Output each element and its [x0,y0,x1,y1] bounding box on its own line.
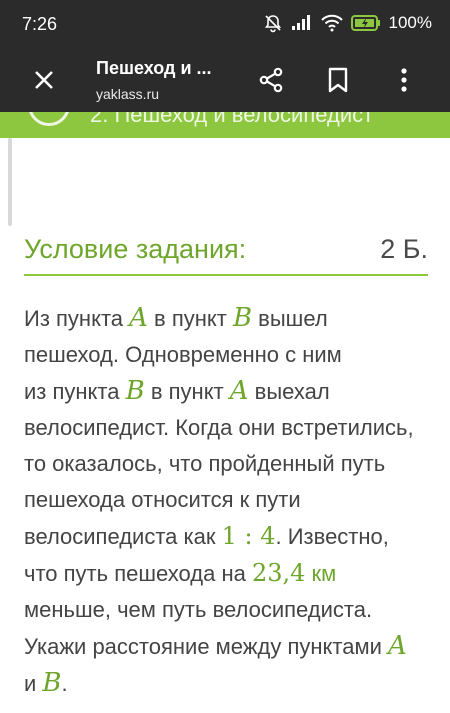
text: . Известно, [275,524,389,549]
browser-app-bar: Пешеход и ... yaklass.ru [0,48,450,112]
text: в пункт [144,379,230,404]
task-text: Из пункта A в пункт B вышел пешеход. Одн… [24,300,428,702]
task-line: велосипедиста как 1 : 4. Известно, [24,518,428,555]
text: Из пункта [24,306,130,331]
task-line: пешеход. Одновременно с ним [24,342,342,367]
scrollbar[interactable] [8,138,12,226]
bookmark-button[interactable] [320,62,356,98]
text: и [24,671,43,696]
status-icons: 100% [263,13,432,33]
bell-off-icon [264,15,281,33]
math-var: B [232,303,253,333]
math-var: A [229,376,249,406]
condition-title: Условие задания: [24,234,247,264]
page-domain: yaklass.ru [96,86,160,102]
share-button[interactable] [253,62,289,98]
task-line: то оказалось, что пройденный путь [24,451,386,476]
status-bar: 7:26 100% [0,0,450,48]
text: велосипедиста как [24,524,222,549]
more-vertical-icon [401,68,407,92]
math-var: B [42,668,62,698]
text: Укажи расстояние между пунктами [24,634,388,659]
condition-points: 2 Б. [380,234,428,264]
bookmark-icon [328,67,348,93]
section-label: 2. Пешеход и велосипедист [90,112,374,127]
math-unit: км [305,561,337,586]
battery-charging-icon [350,15,380,31]
share-icon [259,67,283,93]
task-line: пешехода относится к пути [24,487,301,512]
math-ratio: 1 : 4 [221,522,276,550]
status-time: 7:26 [22,14,58,34]
text: в пункт [147,306,233,331]
math-var: A [388,631,407,661]
back-circle-icon[interactable] [28,112,70,126]
task-line: меньше, чем путь велосипедиста. [24,597,373,622]
task-line: Из пункта A в пункт B вышел [24,300,428,337]
close-button[interactable] [24,62,64,98]
more-options-button[interactable] [386,62,422,98]
signal-icon [291,15,310,30]
close-icon [35,71,53,89]
math-var: B [125,376,145,406]
task-line: что путь пешехода на 23,4 км [24,555,428,592]
text: . [61,671,68,696]
text: из пункта [24,379,126,404]
battery-level: 100% [388,13,432,32]
condition-header: Условие задания: 2 Б. [24,234,428,276]
wifi-icon [320,14,343,32]
text: выехал [248,379,330,404]
task-line: из пункта B в пункт A выехал [24,373,428,410]
math-var: A [129,303,148,333]
text: вышел [252,306,328,331]
task-line: Укажи расстояние между пунктами A [24,628,428,665]
page-title: Пешеход и ... [96,58,212,78]
math-number: 23,4 [251,559,306,587]
text: что путь пешехода на [24,561,252,586]
section-header-bar: 2. Пешеход и велосипедист [0,112,450,138]
task-line: и B. [24,665,428,702]
task-line: велосипедист. Когда они встретились, [24,415,414,440]
